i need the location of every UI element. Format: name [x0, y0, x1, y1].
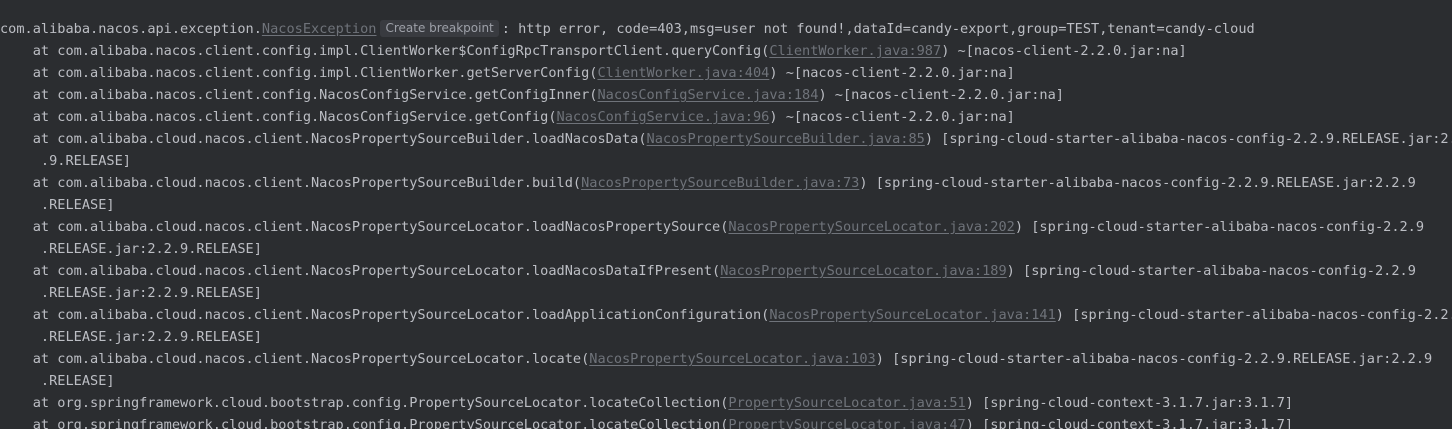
- frame-method: at com.alibaba.cloud.nacos.client.NacosP…: [0, 219, 729, 235]
- frame-method: at com.alibaba.nacos.client.config.impl.…: [0, 65, 598, 81]
- source-file-link[interactable]: ClientWorker.java:987: [769, 43, 941, 59]
- source-file-link[interactable]: ClientWorker.java:404: [597, 65, 769, 81]
- frame-jar-info: ) [spring-cloud-starter-alibaba-nacos-co…: [1055, 307, 1452, 323]
- frame-method: at com.alibaba.nacos.client.config.Nacos…: [0, 87, 598, 103]
- stack-frame-line: at com.alibaba.cloud.nacos.client.NacosP…: [0, 348, 1433, 370]
- frame-jar-info: ) [spring-cloud-starter-alibaba-nacos-co…: [859, 175, 1416, 191]
- frame-method: at com.alibaba.cloud.nacos.client.NacosP…: [0, 351, 590, 367]
- stack-frame-line: at com.alibaba.nacos.client.config.impl.…: [0, 62, 1015, 84]
- exception-line: com.alibaba.nacos.api.exception.NacosExc…: [0, 18, 1255, 40]
- source-file-link[interactable]: NacosConfigService.java:96: [557, 109, 770, 125]
- stack-frame-line: at com.alibaba.cloud.nacos.client.NacosP…: [0, 128, 1452, 150]
- frame-jar-info: ) [spring-cloud-starter-alibaba-nacos-co…: [924, 131, 1452, 147]
- frame-method: at org.springframework.cloud.bootstrap.c…: [0, 395, 729, 411]
- frame-jar-info: ) ~[nacos-client-2.2.0.jar:na]: [769, 65, 1015, 81]
- wrapped-continuation: .RELEASE.jar:2.2.9.RELEASE]: [0, 241, 262, 257]
- source-file-link[interactable]: NacosPropertySourceLocator.java:103: [589, 351, 875, 367]
- wrapped-continuation: .RELEASE]: [0, 373, 115, 389]
- stack-frame-line: at org.springframework.cloud.bootstrap.c…: [0, 392, 1293, 414]
- source-file-link[interactable]: NacosPropertySourceLocator.java:141: [769, 307, 1055, 323]
- frame-jar-info: ) ~[nacos-client-2.2.0.jar:na]: [941, 43, 1187, 59]
- frame-method: at com.alibaba.cloud.nacos.client.NacosP…: [0, 175, 582, 191]
- wrapped-continuation: .9.RELEASE]: [0, 153, 131, 169]
- stack-frame-line: at com.alibaba.cloud.nacos.client.NacosP…: [0, 216, 1424, 238]
- source-file-link[interactable]: PropertySourceLocator.java:51: [728, 395, 965, 411]
- exception-class-link[interactable]: NacosException: [262, 21, 377, 37]
- source-file-link[interactable]: NacosPropertySourceLocator.java:189: [720, 263, 1006, 279]
- wrapped-continuation: .RELEASE.jar:2.2.9.RELEASE]: [0, 285, 262, 301]
- source-file-link[interactable]: PropertySourceLocator.java:47: [728, 417, 965, 429]
- source-file-link[interactable]: NacosPropertySourceBuilder.java:85: [647, 131, 925, 147]
- stack-frame-line: at com.alibaba.cloud.nacos.client.NacosP…: [0, 172, 1416, 194]
- source-file-link[interactable]: NacosPropertySourceLocator.java:202: [728, 219, 1014, 235]
- frame-jar-info: ) [spring-cloud-starter-alibaba-nacos-co…: [1014, 219, 1425, 235]
- frame-method: at com.alibaba.cloud.nacos.client.NacosP…: [0, 263, 721, 279]
- frame-jar-info: ) ~[nacos-client-2.2.0.jar:na]: [818, 87, 1064, 103]
- exception-package: com.alibaba.nacos.api.exception.: [0, 21, 262, 37]
- exception-message: : http error, code=403,msg=user not foun…: [501, 21, 1255, 37]
- stack-frame-line: at com.alibaba.cloud.nacos.client.NacosP…: [0, 260, 1416, 282]
- frame-method: at com.alibaba.nacos.client.config.impl.…: [0, 43, 770, 59]
- frame-method: at com.alibaba.cloud.nacos.client.NacosP…: [0, 307, 770, 323]
- source-file-link[interactable]: NacosConfigService.java:184: [597, 87, 818, 103]
- frame-jar-info: ) [spring-cloud-context-3.1.7.jar:3.1.7]: [965, 417, 1294, 429]
- stack-frame-line: at com.alibaba.nacos.client.config.Nacos…: [0, 84, 1064, 106]
- frame-method: at com.alibaba.nacos.client.config.Nacos…: [0, 109, 557, 125]
- frame-jar-info: ) [spring-cloud-starter-alibaba-nacos-co…: [875, 351, 1433, 367]
- wrapped-continuation: .RELEASE]: [0, 197, 115, 213]
- stack-frame-line: at org.springframework.cloud.bootstrap.c…: [0, 414, 1293, 429]
- frame-method: at com.alibaba.cloud.nacos.client.NacosP…: [0, 131, 647, 147]
- create-breakpoint-button[interactable]: Create breakpoint: [380, 20, 499, 37]
- frame-jar-info: ) [spring-cloud-starter-alibaba-nacos-co…: [1006, 263, 1416, 279]
- source-file-link[interactable]: NacosPropertySourceBuilder.java:73: [581, 175, 859, 191]
- stack-frame-line: at com.alibaba.cloud.nacos.client.NacosP…: [0, 304, 1452, 326]
- wrapped-continuation: .RELEASE.jar:2.2.9.RELEASE]: [0, 329, 262, 345]
- stack-frame-line: at com.alibaba.nacos.client.config.Nacos…: [0, 106, 1015, 128]
- frame-method: at org.springframework.cloud.bootstrap.c…: [0, 417, 729, 429]
- stack-frame-line: at com.alibaba.nacos.client.config.impl.…: [0, 40, 1187, 62]
- console-output[interactable]: com.alibaba.nacos.api.exception.NacosExc…: [0, 0, 1452, 429]
- frame-jar-info: ) [spring-cloud-context-3.1.7.jar:3.1.7]: [965, 395, 1294, 411]
- frame-jar-info: ) ~[nacos-client-2.2.0.jar:na]: [769, 109, 1015, 125]
